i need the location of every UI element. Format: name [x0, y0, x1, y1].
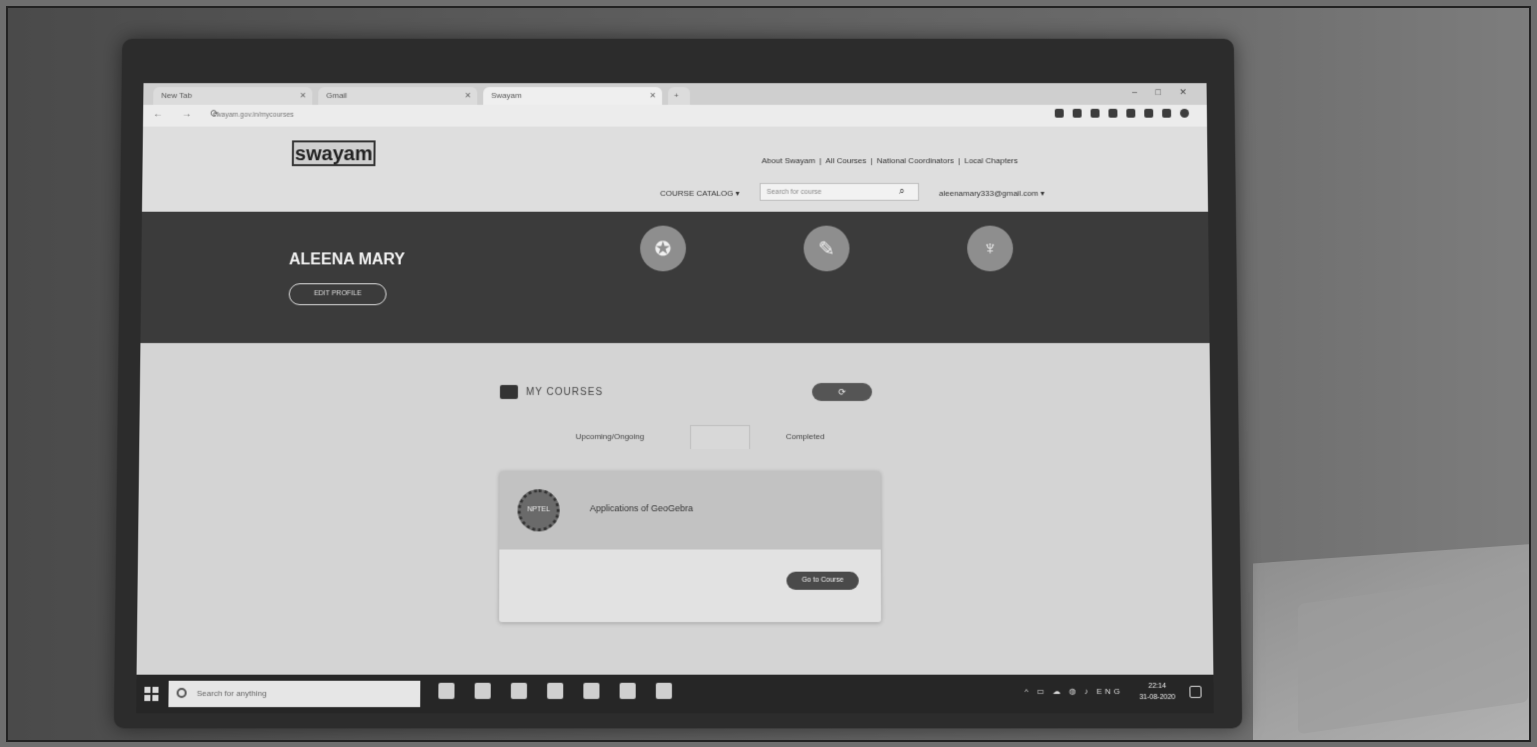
tab-separator — [690, 425, 751, 450]
medal-icon[interactable]: ♆ — [967, 225, 1014, 272]
user-email: aleenamary333@gmail.com — [938, 188, 1039, 198]
swayam-logo[interactable]: swayam — [291, 140, 376, 167]
taskbar-search-placeholder: Search for anything — [196, 688, 267, 698]
main-content: MY COURSES ⟳ Upcoming/Ongoing Completed … — [136, 343, 1214, 675]
windows-start-icon[interactable] — [144, 686, 159, 702]
window-controls[interactable]: – □ ✕ — [1132, 87, 1195, 98]
tab-label: Swayam — [491, 91, 522, 100]
link-about[interactable]: About Swayam — [762, 156, 816, 165]
tab-label: New Tab — [161, 91, 193, 100]
photo-frame: New Tab ✕ Gmail ✕ Swayam ✕ + – □ ✕ ← → ⟳… — [6, 6, 1531, 742]
extension-icon[interactable] — [1126, 108, 1136, 118]
extension-icon[interactable] — [1144, 108, 1154, 118]
extension-icon[interactable] — [1108, 108, 1118, 118]
clock-date: 31-08-2020 — [1139, 693, 1176, 702]
mail-icon[interactable] — [547, 682, 564, 699]
browser-tab-swayam[interactable]: Swayam ✕ — [483, 87, 663, 105]
course-card-header: NPTEL Applications of GeoGebra — [499, 471, 881, 550]
notification-icon[interactable] — [1189, 685, 1202, 698]
address-bar: ← → ⟳ swayam.gov.in/mycourses — [142, 104, 1208, 128]
tab-upcoming-ongoing[interactable]: Upcoming/Ongoing — [530, 425, 690, 449]
profile-name: ALEENA MARY — [288, 251, 405, 269]
system-tray[interactable]: ^ ▭ ☁ ◍ ♪ ENG — [1025, 687, 1123, 696]
file-explorer-icon[interactable] — [583, 682, 600, 699]
teams-icon[interactable] — [619, 682, 636, 699]
search-icon — [176, 687, 187, 698]
briefcase-icon — [499, 384, 518, 399]
close-icon[interactable]: ✕ — [649, 87, 656, 105]
close-icon[interactable]: ✕ — [300, 87, 307, 105]
profile-banner: ALEENA MARY EDIT PROFILE ✪ ✎ ♆ — [140, 211, 1210, 344]
site-header: swayam About Swayam | All Courses | Nati… — [141, 126, 1209, 212]
clock[interactable]: 22:14 31-08-2020 — [1139, 681, 1175, 703]
app-icon[interactable] — [655, 682, 672, 699]
extension-icon[interactable] — [1090, 108, 1100, 118]
course-catalog-dropdown[interactable]: COURSE CATALOG ▾ — [660, 189, 739, 198]
laptop-screen: New Tab ✕ Gmail ✕ Swayam ✕ + – □ ✕ ← → ⟳… — [136, 83, 1214, 714]
course-card[interactable]: NPTEL Applications of GeoGebra Go to Cou… — [499, 471, 882, 623]
laptop: New Tab ✕ Gmail ✕ Swayam ✕ + – □ ✕ ← → ⟳… — [113, 38, 1243, 729]
course-catalog-label: COURSE CATALOG — [660, 188, 734, 198]
refresh-button[interactable]: ⟳ — [812, 382, 873, 401]
link-local-chapters[interactable]: Local Chapters — [964, 156, 1018, 165]
windows-taskbar: Search for anything ^ ▭ ☁ ◍ ♪ ENG 22:14 … — [136, 674, 1214, 714]
rosette-award-icon[interactable]: ✪ — [640, 225, 686, 272]
profile-avatar-icon[interactable] — [1179, 108, 1190, 118]
browser-tab-bar: New Tab ✕ Gmail ✕ Swayam ✕ + – □ ✕ — [143, 83, 1207, 105]
url-field[interactable]: swayam.gov.in/mycourses — [213, 110, 372, 122]
edge-icon[interactable] — [474, 682, 491, 699]
clock-time: 22:14 — [1148, 682, 1167, 690]
tab-label: Gmail — [326, 91, 347, 100]
search-icon[interactable]: ⌕ — [899, 186, 905, 197]
user-menu[interactable]: aleenamary333@gmail.com ▾ — [939, 189, 1045, 198]
edit-profile-button[interactable]: EDIT PROFILE — [288, 283, 387, 306]
taskbar-search-input[interactable]: Search for anything — [168, 680, 421, 708]
browser-tab-new[interactable]: New Tab ✕ — [153, 87, 313, 105]
my-courses-heading: MY COURSES — [499, 384, 604, 399]
link-national-coordinators[interactable]: National Coordinators — [877, 156, 954, 165]
store-icon[interactable] — [510, 682, 528, 699]
go-to-course-button[interactable]: Go to Course — [786, 571, 859, 590]
extension-icons[interactable] — [1054, 108, 1190, 118]
new-tab-button[interactable]: + — [668, 87, 690, 105]
tab-completed[interactable]: Completed — [750, 425, 860, 449]
taskbar-apps — [438, 682, 672, 699]
language-indicator[interactable]: ENG — [1096, 687, 1123, 696]
link-all-courses[interactable]: All Courses — [826, 156, 867, 165]
top-links: About Swayam | All Courses | National Co… — [761, 156, 1018, 166]
course-title[interactable]: Applications of GeoGebra — [590, 503, 693, 513]
close-icon[interactable]: ✕ — [465, 87, 472, 105]
task-view-icon[interactable] — [438, 682, 455, 699]
my-courses-title: MY COURSES — [525, 386, 604, 398]
extension-icon[interactable] — [1162, 108, 1172, 118]
course-tabs: Upcoming/Ongoing Completed — [530, 425, 860, 450]
course-card-footer: Go to Course — [499, 549, 882, 623]
certificate-icon[interactable]: ✎ — [803, 225, 850, 272]
star-icon[interactable] — [1054, 108, 1064, 118]
browser-tab-gmail[interactable]: Gmail ✕ — [318, 87, 478, 105]
extension-icon[interactable] — [1072, 108, 1082, 118]
course-logo-icon: NPTEL — [517, 489, 560, 532]
search-input[interactable]: Search for course — [759, 182, 920, 201]
